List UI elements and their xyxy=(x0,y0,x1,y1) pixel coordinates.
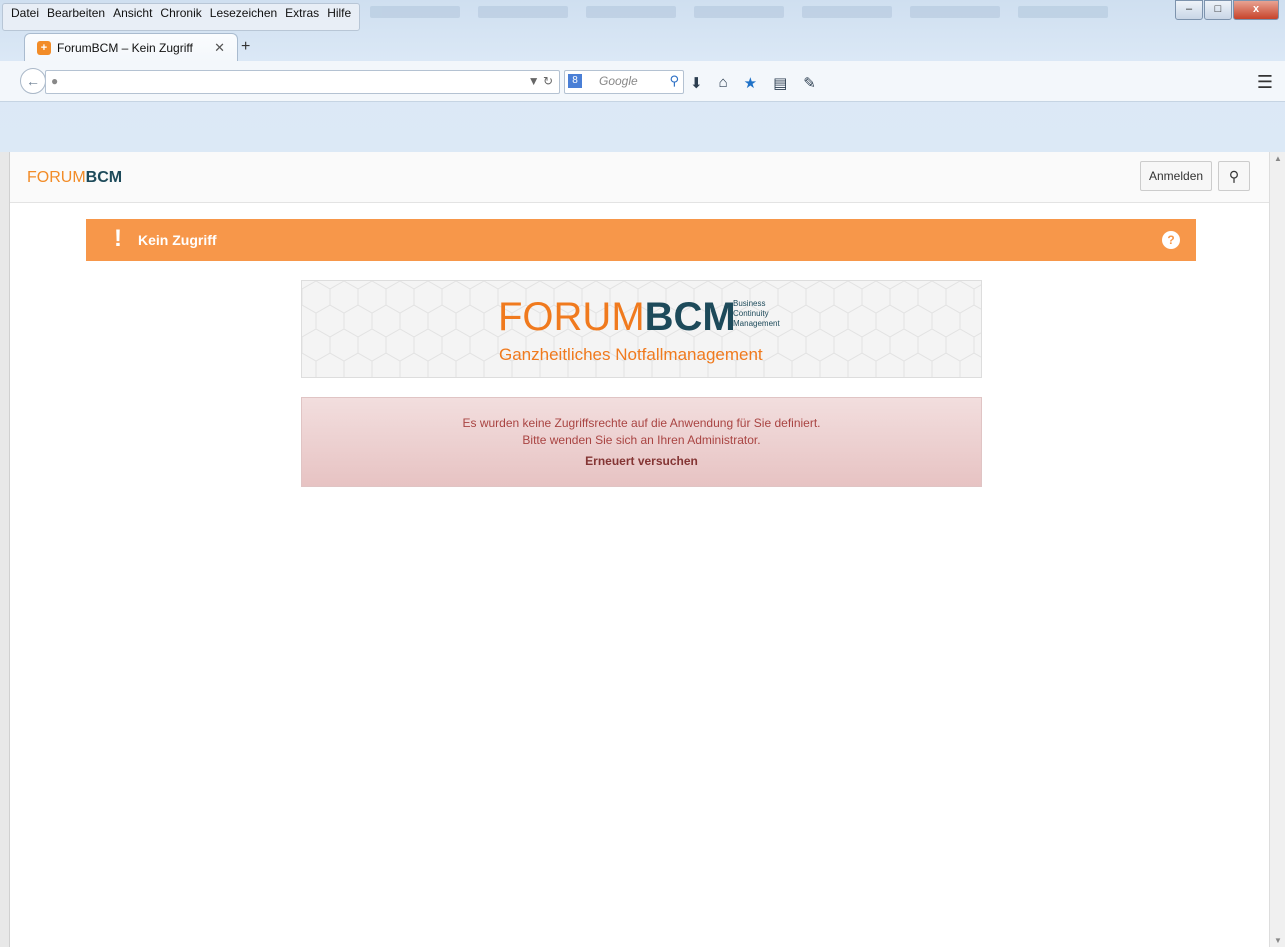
new-tab-icon[interactable]: + xyxy=(241,38,250,56)
error-line-1: Es wurden keine Zugriffsrechte auf die A… xyxy=(462,416,821,430)
app-header: FORUMBCM Anmelden ⚲ xyxy=(10,152,1270,203)
download-icon[interactable]: ⬇ xyxy=(690,74,703,92)
back-arrow-icon[interactable]: ← xyxy=(20,68,46,94)
help-icon[interactable]: ? xyxy=(1162,231,1180,249)
web-search-input[interactable]: 8 Google ⚲ xyxy=(564,70,684,94)
maximize-button[interactable]: □ xyxy=(1204,0,1232,20)
menu-extras[interactable]: Extras xyxy=(281,4,323,22)
background-tab[interactable] xyxy=(694,6,784,18)
logo-sub-line: Management xyxy=(733,319,780,328)
window-close-button[interactable]: x xyxy=(1233,0,1279,20)
retry-link[interactable]: Erneuert versuchen xyxy=(302,453,981,470)
hamburger-menu-icon[interactable]: ☰ xyxy=(1257,72,1273,93)
search-placeholder: Google xyxy=(599,74,638,88)
brand-bold: BCM xyxy=(85,169,123,186)
url-bar[interactable]: ● ▼ ↻ xyxy=(45,70,560,94)
background-tab[interactable] xyxy=(586,6,676,18)
logo-bcm: BCM xyxy=(644,295,736,339)
menu-datei[interactable]: Datei xyxy=(7,4,43,22)
search-icon: ⚲ xyxy=(1228,168,1240,184)
logo-tagline: Ganzheitliches Notfallmanagement xyxy=(499,345,763,364)
alert-title: Kein Zugriff xyxy=(138,232,217,248)
brand-light: FORUM xyxy=(27,169,86,186)
navigation-toolbar: ← ● ▼ ↻ 8 Google ⚲ ⬇ ⌂ ★ ▤ ✎ ☰ xyxy=(0,61,1285,102)
login-button[interactable]: Anmelden xyxy=(1140,161,1213,191)
home-icon[interactable]: ⌂ xyxy=(719,74,728,92)
error-line-2: Bitte wenden Sie sich an Ihren Administr… xyxy=(522,433,761,447)
error-message-box: Es wurden keine Zugriffsrechte auf die A… xyxy=(301,397,982,487)
logo-sub-line: Continuity xyxy=(733,309,769,318)
menu-bar: Datei Bearbeiten Ansicht Chronik Lesezei… xyxy=(2,3,361,31)
scroll-down-icon[interactable]: ▼ xyxy=(1274,936,1282,945)
window-left-edge xyxy=(0,152,9,947)
active-tab[interactable]: + ForumBCM – Kein Zugriff ✕ xyxy=(24,33,238,62)
page-scrollbar[interactable]: ▲ ▼ xyxy=(1269,152,1285,947)
logo-subtitle: Business Continuity Management xyxy=(733,299,780,329)
background-tab[interactable] xyxy=(370,6,460,18)
menu-bearbeiten[interactable]: Bearbeiten xyxy=(43,4,109,22)
toolbar-icons: ⬇ ⌂ ★ ▤ ✎ xyxy=(690,74,816,92)
bookmark-star-icon[interactable]: ★ xyxy=(744,74,757,92)
window-controls: – □ x xyxy=(1175,0,1279,20)
minimize-button[interactable]: – xyxy=(1175,0,1203,20)
google-engine-icon[interactable]: 8 xyxy=(568,74,582,88)
search-button[interactable]: ⚲ xyxy=(1218,161,1250,191)
brand-logo[interactable]: FORUMBCM xyxy=(27,169,122,187)
extension-icon[interactable]: ✎ xyxy=(803,74,816,92)
logo-forum: FORUM xyxy=(498,295,645,339)
alert-banner: ! Kein Zugriff ? xyxy=(86,219,1196,261)
background-tab[interactable] xyxy=(1018,6,1108,18)
globe-icon: ● xyxy=(51,74,59,88)
logo-wordmark: FORUMBCM xyxy=(498,295,736,340)
bookmarks-list-icon[interactable]: ▤ xyxy=(773,74,787,92)
background-tabs xyxy=(370,6,1170,24)
menu-chronik[interactable]: Chronik xyxy=(156,4,205,22)
scroll-up-icon[interactable]: ▲ xyxy=(1274,154,1282,163)
background-tab[interactable] xyxy=(802,6,892,18)
menu-ansicht[interactable]: Ansicht xyxy=(109,4,156,22)
reload-icon[interactable]: ▼ ↻ xyxy=(528,74,553,88)
favicon-icon: + xyxy=(37,41,51,55)
logo-sub-line: Business xyxy=(733,299,766,308)
background-tab[interactable] xyxy=(478,6,568,18)
menu-hilfe[interactable]: Hilfe xyxy=(323,4,355,22)
web-page: FORUMBCM Anmelden ⚲ ! Kein Zugriff ? FOR… xyxy=(9,152,1270,947)
menu-lesezeichen[interactable]: Lesezeichen xyxy=(206,4,281,22)
exclamation-icon: ! xyxy=(114,225,122,252)
product-logo-banner: FORUMBCM Business Continuity Management … xyxy=(301,280,982,378)
search-icon[interactable]: ⚲ xyxy=(669,73,679,89)
tab-close-icon[interactable]: ✕ xyxy=(214,40,225,56)
background-tab[interactable] xyxy=(910,6,1000,18)
browser-chrome: Datei Bearbeiten Ansicht Chronik Lesezei… xyxy=(0,0,1285,152)
tab-title: ForumBCM – Kein Zugriff xyxy=(57,41,193,55)
